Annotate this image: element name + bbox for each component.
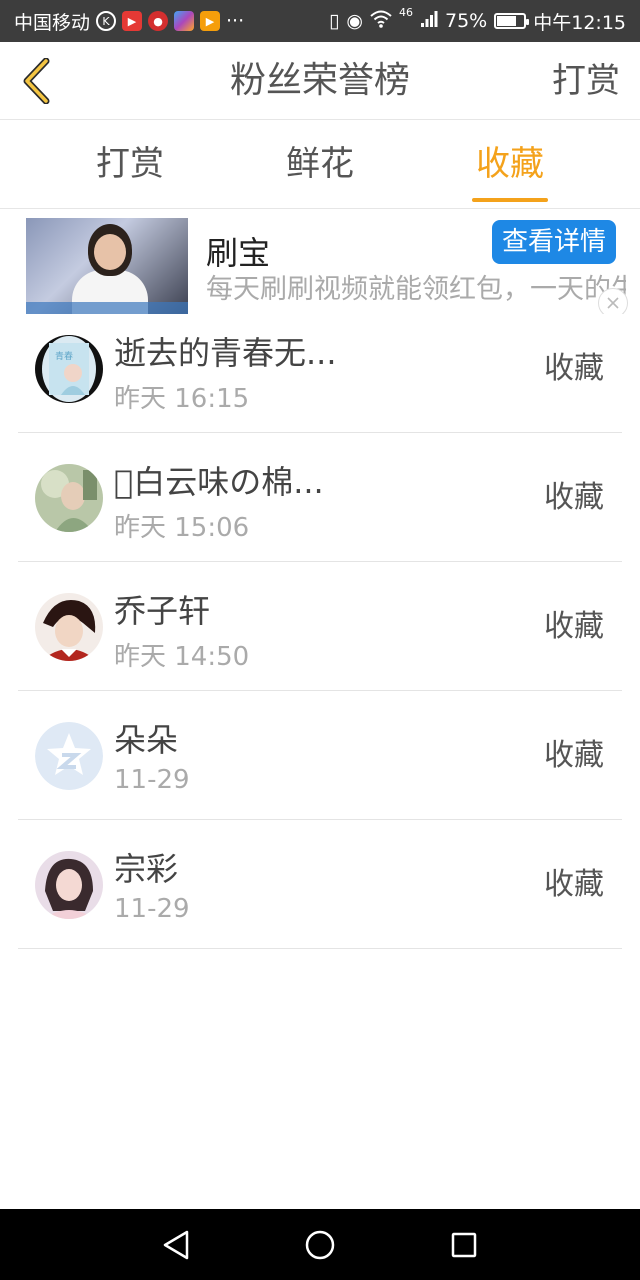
system-nav-bar xyxy=(0,1209,640,1280)
timestamp: 昨天 15:06 xyxy=(114,513,250,543)
battery-percent: 75% xyxy=(445,10,488,32)
avatar: 青春 xyxy=(35,335,103,403)
timestamp: 11-29 xyxy=(114,765,190,795)
ad-details-button[interactable]: 查看详情 xyxy=(492,220,616,264)
back-button[interactable] xyxy=(14,56,58,106)
favorites-list: 青春 逝去的青春无... 昨天 16:15 收藏 􏰀白云味の棉... 昨天 15… xyxy=(0,304,640,949)
tab-favorites[interactable]: 收藏 xyxy=(415,121,605,208)
ad-banner[interactable]: 刷宝 每天刷刷视频就能领红包，一天的生活费就够了 查看详情 xyxy=(0,210,640,314)
status-right: ▯ ◉ 46 75% 中午12:15 xyxy=(328,5,626,35)
signal-icon xyxy=(420,10,438,33)
status-bar: 中国移动 K ▶ ● ▶ ··· ▯ ◉ 46 75% 中午12:15 xyxy=(0,0,640,42)
ad-thumbnail xyxy=(26,218,188,314)
favorite-label: 收藏 xyxy=(544,609,604,644)
timestamp: 11-29 xyxy=(114,894,190,924)
record-app-icon: ● xyxy=(148,11,169,31)
user-name: 逝去的青春无... xyxy=(114,334,337,372)
carrier-label: 中国移动 xyxy=(14,11,91,34)
chevron-left-icon xyxy=(23,58,50,104)
circle-home-icon xyxy=(305,1230,335,1259)
network-type-label: 46 xyxy=(399,5,413,19)
user-name: 􏰀白云味の棉... xyxy=(114,463,324,501)
more-notifications: ··· xyxy=(226,10,245,32)
triangle-back-icon xyxy=(163,1230,189,1259)
k-app-icon: K xyxy=(96,11,117,31)
nav-recents-button[interactable] xyxy=(442,1223,486,1267)
status-left: 中国移动 K ▶ ● ▶ ··· xyxy=(14,8,244,35)
user-name: 乔子轩 xyxy=(114,592,211,630)
list-item[interactable]: 青春 逝去的青春无... 昨天 16:15 收藏 xyxy=(18,304,622,433)
list-item[interactable]: 乔子轩 昨天 14:50 收藏 xyxy=(18,562,622,691)
avatar xyxy=(35,464,103,532)
tab-bar: 打赏 鲜花 收藏 xyxy=(0,121,640,209)
list-item[interactable]: 朵朵 11-29 收藏 xyxy=(18,691,622,820)
page-title: 粉丝荣誉榜 xyxy=(229,60,410,101)
ad-thumbnail-face xyxy=(94,234,126,270)
video-app-icon: ▶ xyxy=(122,11,143,31)
clock: 中午12:15 xyxy=(533,11,626,34)
avatar xyxy=(35,722,103,790)
battery-icon xyxy=(494,13,530,29)
vibrate-icon: ▯ xyxy=(328,10,340,32)
user-name: 朵朵 xyxy=(114,721,179,759)
play-app-icon: ▶ xyxy=(200,11,221,31)
nav-back-button[interactable] xyxy=(154,1223,198,1267)
favorite-label: 收藏 xyxy=(544,351,604,386)
list-item[interactable]: 宗彩 11-29 收藏 xyxy=(18,820,622,949)
list-item[interactable]: 􏰀白云味の棉... 昨天 15:06 收藏 xyxy=(18,433,622,562)
tab-flowers[interactable]: 鲜花 xyxy=(225,121,415,208)
timestamp: 昨天 16:15 xyxy=(114,384,250,414)
ad-title: 刷宝 xyxy=(206,234,271,272)
avatar xyxy=(35,851,103,919)
svg-text:青春: 青春 xyxy=(55,350,73,362)
avatar xyxy=(35,593,103,661)
header-reward-button[interactable]: 打赏 xyxy=(552,42,620,120)
timestamp: 昨天 14:50 xyxy=(114,642,250,672)
user-name: 宗彩 xyxy=(114,850,179,888)
favorite-label: 收藏 xyxy=(544,867,604,902)
header: 粉丝荣誉榜 打赏 xyxy=(0,42,640,120)
tab-reward[interactable]: 打赏 xyxy=(35,121,225,208)
default-avatar-star-icon xyxy=(35,722,103,790)
favorite-label: 收藏 xyxy=(544,480,604,515)
wifi-icon xyxy=(370,10,392,33)
battery-level xyxy=(497,16,517,26)
gallery-app-icon xyxy=(174,11,195,31)
eye-icon: ◉ xyxy=(346,10,363,32)
favorite-label: 收藏 xyxy=(544,738,604,773)
square-recents-icon xyxy=(451,1232,477,1257)
nav-home-button[interactable] xyxy=(298,1223,342,1267)
